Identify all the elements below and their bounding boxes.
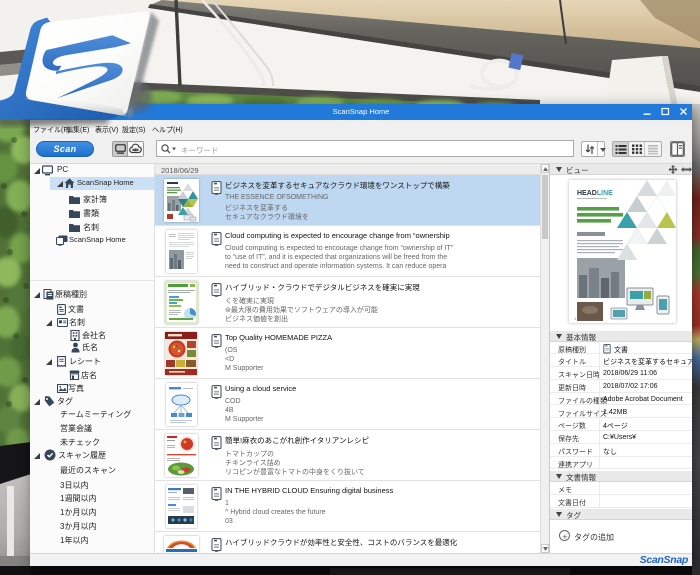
svg-text:HEADLINE: HEADLINE	[577, 190, 613, 197]
